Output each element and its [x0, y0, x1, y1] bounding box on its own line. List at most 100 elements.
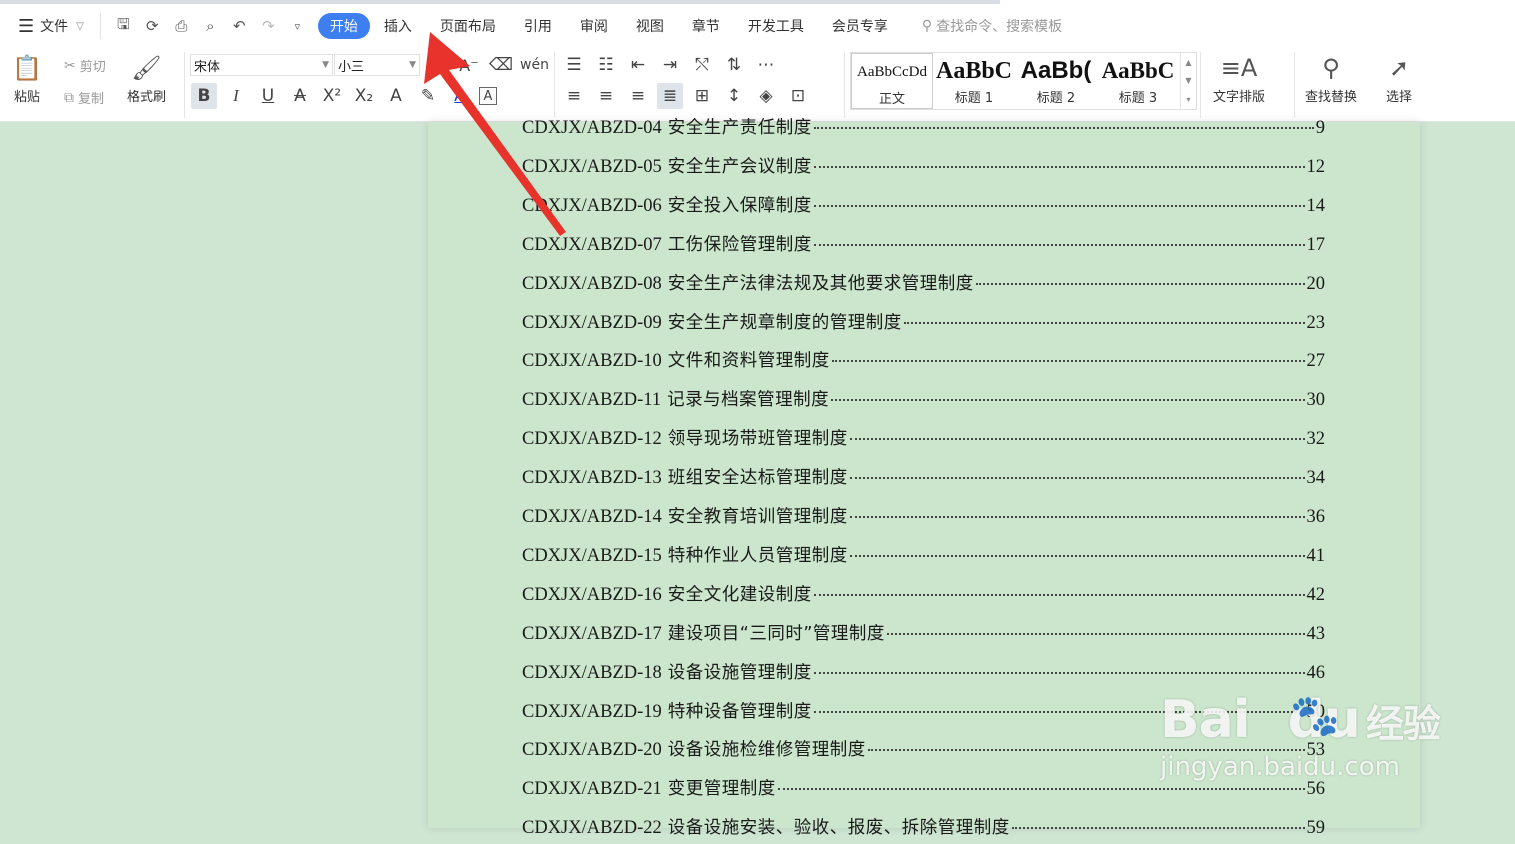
toc-entry[interactable]: CDXJX/ABZD-05 安全生产会议制度 12	[522, 153, 1325, 183]
paste-button[interactable]: 📋 粘贴	[12, 50, 42, 105]
chevron-down-icon: ▼	[322, 60, 329, 70]
increase-indent-icon[interactable]: ⇥	[657, 52, 683, 78]
tab-home[interactable]: 开始	[317, 13, 370, 39]
toc-entry[interactable]: CDXJX/ABZD-16 安全文化建设制度 42	[522, 581, 1325, 611]
font-name-select[interactable]: 宋体 ▼	[190, 54, 333, 76]
toc-leader-dots	[903, 321, 1305, 324]
chevron-down-icon[interactable]: ▼	[1185, 76, 1191, 85]
toc-leader-dots	[813, 593, 1305, 596]
toc-entry[interactable]: CDXJX/ABZD-04 安全生产责任制度 9	[522, 114, 1325, 144]
phonetic-guide-icon[interactable]: wén	[520, 52, 549, 78]
select-button[interactable]: ➚ 选择	[1386, 50, 1412, 105]
redo-icon[interactable]: ↷	[254, 15, 283, 37]
superscript-icon[interactable]: X²	[319, 83, 345, 109]
decrease-indent-icon[interactable]: ⇤	[625, 52, 651, 78]
sort-icon[interactable]: ⇅	[721, 52, 747, 78]
tab-sections[interactable]: 章节	[678, 13, 734, 39]
bullet-list-icon[interactable]: ☰	[561, 52, 587, 78]
watermark-brand-a: Bai	[1160, 690, 1251, 750]
toc-code: CDXJX/ABZD-22	[522, 818, 662, 839]
grow-font-icon[interactable]: A⁺	[424, 52, 450, 78]
style-gallery-scroll[interactable]: ▲ ▼ ▾	[1180, 53, 1196, 109]
chinese-layout-icon[interactable]: ⤲	[689, 52, 715, 78]
numbered-list-icon[interactable]: ☷	[593, 52, 619, 78]
strikethrough-icon[interactable]: A	[287, 83, 313, 109]
toc-entry[interactable]: CDXJX/ABZD-11 记录与档案管理制度 30	[522, 386, 1325, 416]
toc-entry[interactable]: CDXJX/ABZD-12 领导现场带班管理制度 32	[522, 425, 1325, 455]
borders-icon[interactable]: ⊡	[785, 83, 811, 109]
undo-icon[interactable]: ↶	[225, 15, 254, 37]
print-icon[interactable]: ⎙	[167, 15, 196, 37]
find-replace-button[interactable]: ⚲ 查找替换	[1305, 50, 1357, 105]
text-layout-button[interactable]: ≡A 文字排版	[1213, 50, 1265, 105]
distributed-icon[interactable]: ⊞	[689, 83, 715, 109]
shrink-font-icon[interactable]: A⁻	[456, 52, 482, 78]
clear-format-icon[interactable]: ⌫	[488, 52, 514, 78]
line-spacing-icon[interactable]: ↕	[721, 83, 747, 109]
align-center-icon[interactable]: ≡	[593, 83, 619, 109]
align-left-icon[interactable]: ≡	[561, 83, 587, 109]
style-normal[interactable]: AaBbCcDd 正文	[851, 53, 933, 109]
style-heading-1[interactable]: AaBbC 标题 1	[933, 53, 1015, 109]
tab-page-layout[interactable]: 页面布局	[426, 13, 510, 39]
shading-icon[interactable]: ◈	[753, 83, 779, 109]
toc-entry[interactable]: CDXJX/ABZD-14 安全教育培训管理制度 36	[522, 503, 1325, 533]
character-border-icon[interactable]: A	[479, 87, 497, 105]
chevron-up-icon[interactable]: ▲	[1185, 58, 1191, 67]
font-format-tools: B I U A X² X₂ A ✎ A A	[191, 83, 503, 109]
toc-code: CDXJX/ABZD-11	[522, 390, 662, 411]
toc-title: 安全生产规章制度的管理制度	[667, 312, 902, 333]
text-effect-icon[interactable]: A	[383, 83, 409, 109]
show-marks-icon[interactable]: ⋯	[753, 52, 779, 78]
italic-icon[interactable]: I	[223, 83, 249, 109]
toc-leader-dots	[813, 165, 1305, 168]
align-right-icon[interactable]: ≡	[625, 83, 651, 109]
toc-leader-dots	[831, 360, 1305, 363]
copy-button[interactable]: ⧉ 复制	[64, 88, 104, 108]
toc-page-number: 46	[1306, 662, 1326, 683]
tab-developer[interactable]: 开发工具	[734, 13, 818, 39]
toc-entry[interactable]: CDXJX/ABZD-22 设备设施安装、验收、报废、拆除管理制度 59	[522, 814, 1325, 844]
style-heading-3[interactable]: AaBbC 标题 3	[1097, 53, 1179, 109]
format-painter-icon[interactable]: ⟳	[138, 15, 167, 37]
toc-code: CDXJX/ABZD-15	[522, 545, 662, 566]
toc-entry[interactable]: CDXJX/ABZD-10 文件和资料管理制度 27	[522, 347, 1325, 377]
highlight-icon[interactable]: ✎	[415, 83, 441, 109]
toc-title: 安全文化建设制度	[667, 584, 812, 605]
toc-entry[interactable]: CDXJX/ABZD-06 安全投入保障制度 14	[522, 192, 1325, 222]
font-size-select[interactable]: 小三 ▼	[334, 54, 420, 76]
tab-references[interactable]: 引用	[510, 13, 566, 39]
toc-entry[interactable]: CDXJX/ABZD-18 设备设施管理制度 46	[522, 659, 1325, 689]
tab-member[interactable]: 会员专享	[818, 13, 902, 39]
toc-entry[interactable]: CDXJX/ABZD-17 建设项目“三同时”管理制度 43	[522, 620, 1325, 650]
toc-title: 设备设施检维修管理制度	[667, 740, 866, 761]
print-preview-icon[interactable]: ⌕	[196, 15, 225, 37]
toc-code: CDXJX/ABZD-12	[522, 429, 662, 450]
more-icon[interactable]: ▾	[1186, 95, 1190, 104]
font-color-icon[interactable]: A	[447, 83, 473, 109]
toc-entry[interactable]: CDXJX/ABZD-07 工伤保险管理制度 17	[522, 231, 1325, 261]
underline-icon[interactable]: U	[255, 83, 281, 109]
command-search[interactable]: ⚲ 查找命令、搜索模板	[922, 16, 1062, 36]
format-painter-button[interactable]: 🖌 格式刷	[127, 50, 166, 105]
bold-icon[interactable]: B	[191, 83, 217, 109]
toc-entry[interactable]: CDXJX/ABZD-08 安全生产法律法规及其他要求管理制度 20	[522, 270, 1325, 300]
baidu-jingyan-watermark: Bai du 经验 🐾 jingyan.baidu.com	[1160, 690, 1450, 800]
cut-button[interactable]: ✂ 剪切	[64, 56, 106, 76]
style-sample: AaBb(	[1020, 57, 1092, 84]
toc-entry[interactable]: CDXJX/ABZD-15 特种作业人员管理制度 41	[522, 542, 1325, 572]
tab-review[interactable]: 审阅	[566, 13, 622, 39]
toc-leader-dots	[975, 282, 1305, 285]
style-heading-2[interactable]: AaBb( 标题 2	[1015, 53, 1097, 109]
customize-icon[interactable]: ▿	[283, 15, 312, 37]
justify-icon[interactable]: ≣	[657, 83, 683, 109]
tab-insert[interactable]: 插入	[370, 13, 426, 39]
toc-entry[interactable]: CDXJX/ABZD-09 安全生产规章制度的管理制度 23	[522, 309, 1325, 339]
toc-title: 记录与档案管理制度	[667, 390, 830, 411]
toc-page-number: 42	[1306, 584, 1326, 605]
file-menu[interactable]: ☰ 文件 ▽	[14, 13, 88, 39]
save-icon[interactable]: 🖫	[109, 15, 138, 37]
subscript-icon[interactable]: X₂	[351, 83, 377, 109]
toc-entry[interactable]: CDXJX/ABZD-13 班组安全达标管理制度 34	[522, 464, 1325, 494]
tab-view[interactable]: 视图	[622, 13, 678, 39]
